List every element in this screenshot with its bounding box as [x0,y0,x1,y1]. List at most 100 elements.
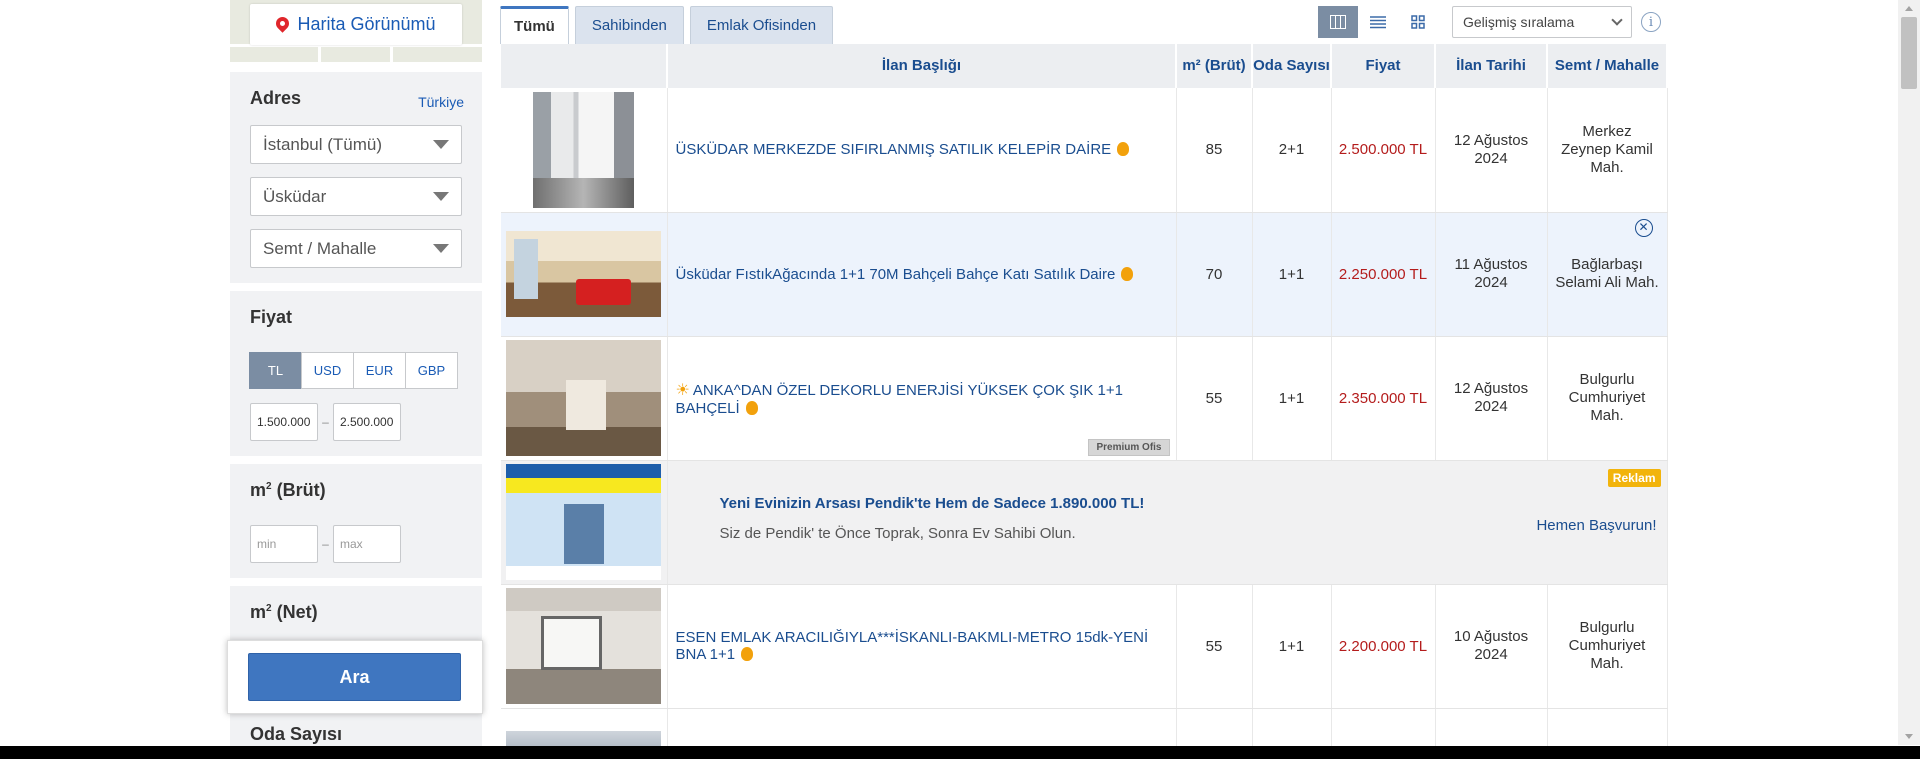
listing-thumbnail[interactable] [506,340,662,456]
list-view-icon[interactable] [1358,6,1398,38]
city-select-value: İstanbul (Tümü) [263,134,383,154]
ad-title[interactable]: Yeni Evinizin Arsası Pendik'te Hem de Sa… [720,495,1145,512]
country-link[interactable]: Türkiye [418,94,464,110]
listing-m2: 55 [1176,584,1253,709]
listing-thumbnail[interactable] [533,91,635,208]
listing-price: 2.250.000 TL [1331,212,1436,337]
currency-usd-button[interactable]: USD [301,352,354,389]
listing-price: 2.500.000 TL [1331,88,1436,213]
listing-price: 2.350.000 TL [1331,336,1436,461]
price-filter: Fiyat TL USD EUR GBP 1.500.000 – 2.500.0… [230,291,482,456]
currency-gbp-button[interactable]: GBP [405,352,458,389]
m2-gross-title: m2 (Brüt) [250,480,326,500]
gallery-view-icon[interactable] [1318,6,1358,38]
info-icon[interactable]: i [1641,12,1661,32]
search-button[interactable]: Ara [248,653,461,701]
tab-by-agency[interactable]: Emlak Ofisinden [689,6,834,44]
price-range: 1.500.000 – 2.500.000 [250,403,401,441]
listing-m2: 85 [1176,88,1253,213]
listing-location: Bulgurlu Cumhuriyet Mah. [1547,336,1668,461]
listing-thumbnail[interactable] [506,588,662,704]
header-room-count[interactable]: Oda Sayısı [1252,44,1332,88]
price-min-input[interactable]: 1.500.000 [250,403,318,441]
ad-subtitle: Siz de Pendik' te Önce Toprak, Sonra Ev … [719,524,1076,542]
bulb-icon [745,400,758,415]
listing-date: 12 Ağustos 2024 [1435,88,1548,213]
tab-by-owner[interactable]: Sahibinden [574,6,684,44]
listing-table: İlan Başlığı m² (Brüt) Oda Sayısı Fiyat … [501,44,1668,759]
listing-m2: 55 [1176,336,1253,461]
sort-select[interactable]: Gelişmiş sıralama [1452,6,1632,38]
grid-view-icon[interactable] [1398,6,1438,38]
table-row[interactable]: ☀ ANKA^DAN ÖZEL DEKORLU ENERJİSİ YÜKSEK Ç… [501,336,1668,461]
search-bar-sticky: Ara [227,640,483,714]
room-count-title: Oda Sayısı [250,724,343,744]
dropdown-arrow-icon [433,192,449,201]
sort-select-value: Gelişmiş sıralama [1463,14,1575,30]
m2-gross-max-input[interactable]: max [333,525,401,563]
ad-row[interactable]: Yeni Evinizin Arsası Pendik'te Hem de Sa… [501,460,1668,585]
view-mode-switch [1318,6,1438,38]
header-location[interactable]: Semt / Mahalle [1547,44,1668,88]
listing-room-count: 1+1 [1252,584,1332,709]
listing-thumbnail[interactable] [506,231,662,317]
map-preview[interactable]: Harita Görünümü [230,0,482,62]
listing-date: 12 Ağustos 2024 [1435,336,1548,461]
currency-eur-button[interactable]: EUR [353,352,406,389]
ad-thumbnail[interactable] [506,464,662,580]
chevron-down-icon [1611,14,1623,26]
dropdown-arrow-icon [433,244,449,253]
scroll-down-icon[interactable] [1905,734,1913,739]
close-icon[interactable]: ✕ [1634,218,1653,237]
listing-title-link[interactable]: Üsküdar FıstıkAğacında 1+1 70M Bahçeli B… [676,266,1116,283]
district-select[interactable]: Üsküdar [250,177,462,216]
table-row[interactable]: Üsküdar FıstıkAğacında 1+1 70M Bahçeli B… [501,212,1668,337]
ad-badge: Reklam [1607,468,1661,487]
table-row[interactable]: ÜSKÜDAR MERKEZDE SIFIRLANMIŞ SATILIK KEL… [501,88,1668,213]
bulb-icon [1121,266,1134,281]
listing-location: Merkez Zeynep Kamil Mah. [1547,88,1668,213]
page-scrollbar[interactable] [1898,0,1920,745]
listing-m2: 70 [1176,212,1253,337]
header-date[interactable]: İlan Tarihi [1435,44,1548,88]
bulb-icon [1117,142,1130,157]
listing-room-count: 1+1 [1252,336,1332,461]
m2-net-title: m2 (Net) [250,602,318,622]
location-pin-icon [276,17,289,33]
header-image [501,44,668,88]
ad-cta-link[interactable]: Hemen Başvurun! [1536,517,1656,534]
premium-office-badge: Premium Ofis [1088,438,1170,456]
address-title: Adres [250,88,302,108]
tab-all[interactable]: Tümü [500,6,569,44]
listing-date: 10 Ağustos 2024 [1435,584,1548,709]
listing-location: Bulgurlu Cumhuriyet Mah. [1547,584,1668,709]
listing-price: 2.200.000 TL [1331,584,1436,709]
header-m2[interactable]: m² (Brüt) [1176,44,1253,88]
m2-gross-filter: m2 (Brüt) min – max [230,464,482,578]
listing-title-link[interactable]: ANKA^DAN ÖZEL DEKORLU ENERJİSİ YÜKSEK ÇO… [676,382,1123,417]
neighborhood-select[interactable]: Semt / Mahalle [250,229,462,268]
price-max-input[interactable]: 2.500.000 [333,403,401,441]
currency-tl-button[interactable]: TL [249,352,302,389]
listing-room-count: 2+1 [1252,88,1332,213]
ad-content[interactable]: Yeni Evinizin Arsası Pendik'te Hem de Sa… [667,460,1668,585]
bulb-icon [741,647,754,661]
m2-gross-min-input[interactable]: min [250,525,318,563]
listing-location: ✕ Bağlarbaşı Selami Ali Mah. [1547,212,1668,337]
scroll-up-icon[interactable] [1905,6,1913,11]
city-select[interactable]: İstanbul (Tümü) [250,125,462,164]
scrollbar-thumb[interactable] [1901,17,1917,89]
listing-tabs: Tümü Sahibinden Emlak Ofisinden [500,6,834,44]
m2-gross-range: min – max [250,525,401,563]
district-select-value: Üsküdar [263,186,327,206]
map-view-label: Harita Görünümü [297,14,436,34]
header-title[interactable]: İlan Başlığı [667,44,1177,88]
table-row[interactable]: ESEN EMLAK ARACILIĞIYLA***İSKANLI-BAKMLI… [501,584,1668,709]
header-price[interactable]: Fiyat [1331,44,1436,88]
listing-date: 11 Ağustos 2024 [1435,212,1548,337]
map-view-button[interactable]: Harita Görünümü [250,4,462,45]
currency-toggle: TL USD EUR GBP [249,352,458,389]
neighborhood-select-value: Semt / Mahalle [263,238,377,258]
listing-title-link[interactable]: ÜSKÜDAR MERKEZDE SIFIRLANMIŞ SATILIK KEL… [676,141,1112,158]
price-title: Fiyat [250,307,293,327]
